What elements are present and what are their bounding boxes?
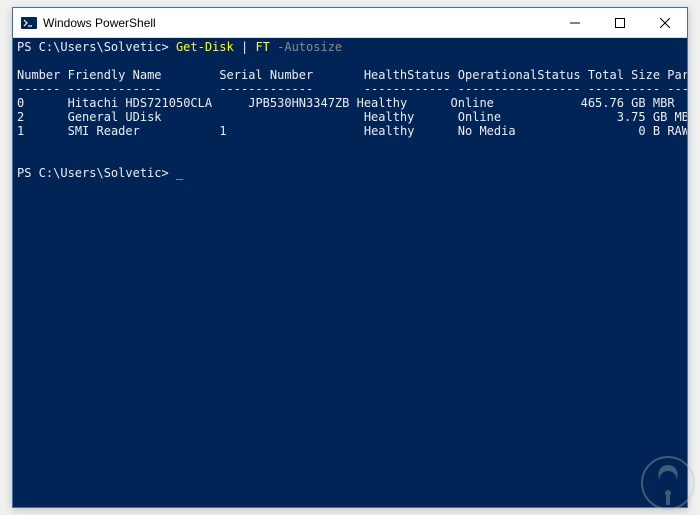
command-cmdlet: Get-Disk [176, 40, 241, 54]
powershell-window: Windows PowerShell PS C:\Users\Solvetic>… [12, 7, 688, 508]
table-row: 1 SMI Reader 1 Healthy No Media 0 B RAW [17, 124, 687, 138]
window-title: Windows PowerShell [43, 16, 552, 30]
table-row: 0 Hitachi HDS721050CLA JPB530HN3347ZB He… [17, 96, 675, 110]
powershell-icon [21, 15, 37, 31]
cursor: _ [176, 166, 183, 180]
prompt-path-2: PS C:\Users\Solvetic> [17, 166, 176, 180]
table-row: 2 General UDisk Healthy Online 3.75 GB M… [17, 110, 687, 124]
prompt-path: PS C:\Users\Solvetic> [17, 40, 176, 54]
table-dashes: ------ ------------- ------------- -----… [17, 82, 687, 96]
window-controls [552, 8, 687, 37]
terminal-body[interactable]: PS C:\Users\Solvetic> Get-Disk | FT -Aut… [13, 38, 687, 507]
command-flag: -Autosize [277, 40, 342, 54]
minimize-button[interactable] [552, 8, 597, 37]
close-button[interactable] [642, 8, 687, 37]
watermark-icon [638, 453, 698, 513]
titlebar[interactable]: Windows PowerShell [13, 8, 687, 38]
command-ft: FT [255, 40, 277, 54]
command-pipe: | [241, 40, 255, 54]
maximize-button[interactable] [597, 8, 642, 37]
table-header: Number Friendly Name Serial Number Healt… [17, 68, 687, 82]
